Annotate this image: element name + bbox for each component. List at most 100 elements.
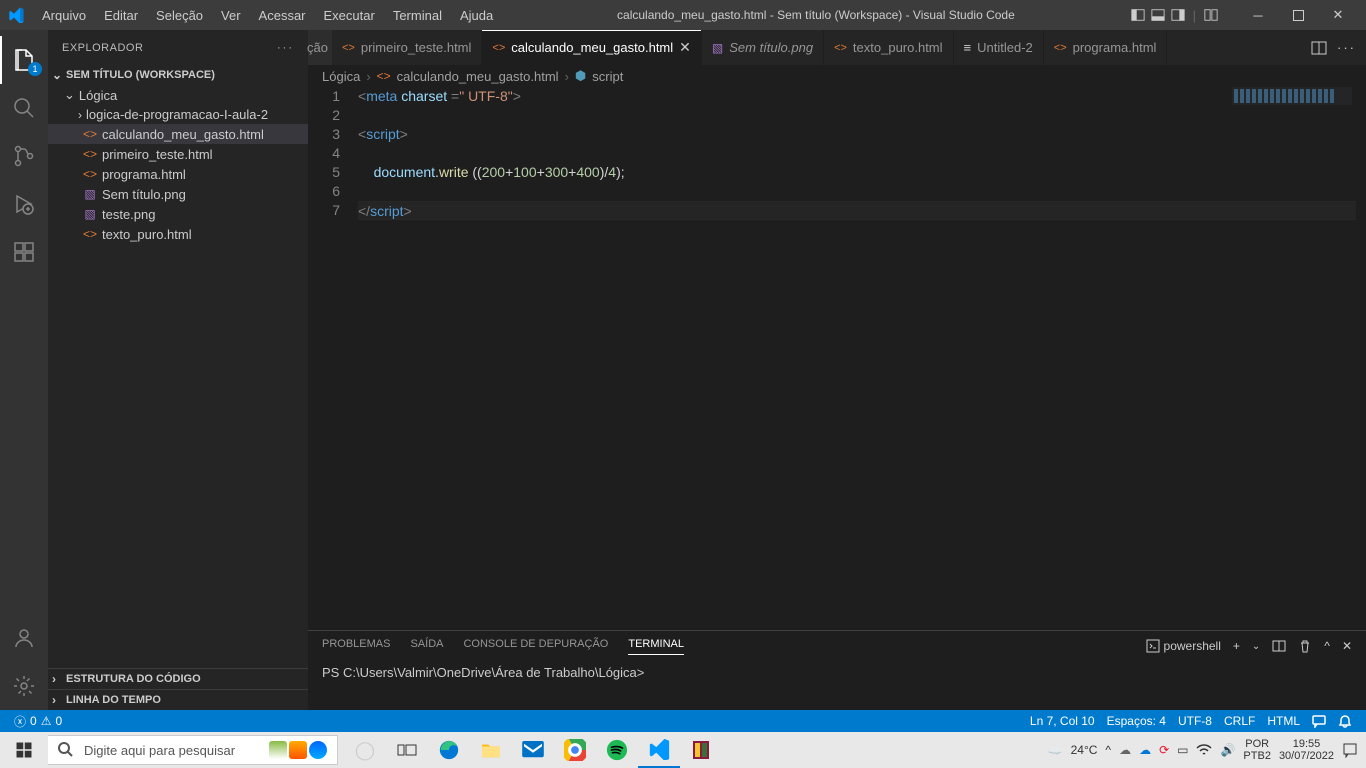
activity-source-control[interactable] [0,132,48,180]
task-view-icon[interactable] [386,732,428,768]
tray-chevron-icon[interactable]: ^ [1105,743,1111,757]
subfolder-item[interactable]: › logica-de-programacao-I-aula-2 [48,105,308,124]
more-actions-icon[interactable]: ··· [1337,40,1356,55]
vscode-taskbar-icon[interactable] [638,732,680,768]
folder-root[interactable]: ⌄ Lógica [48,85,308,105]
split-editor-icon[interactable] [1311,40,1327,56]
code-line[interactable] [358,144,1356,163]
menu-seleção[interactable]: Seleção [148,4,211,27]
title-layout-icons[interactable]: | [1131,8,1218,23]
panel-tab-terminal[interactable]: TERMINAL [628,638,684,655]
editor-tab[interactable]: <>calculando_meu_gasto.html✕ [482,30,701,65]
clock[interactable]: 19:55 30/07/2022 [1279,738,1334,762]
editor-tab[interactable]: <>primeiro_teste.html [332,30,482,65]
status-language[interactable]: HTML [1261,714,1306,728]
activity-settings[interactable] [0,662,48,710]
file-item[interactable]: <>primeiro_teste.html [48,144,308,164]
activity-search[interactable] [0,84,48,132]
code-line[interactable] [358,106,1356,125]
window-close[interactable]: ✕ [1318,0,1358,30]
terminal-dropdown-icon[interactable]: ⌄ [1252,641,1260,652]
notifications-icon[interactable] [1332,714,1358,728]
breadcrumb-item[interactable]: calculando_meu_gasto.html [397,69,559,84]
menu-editar[interactable]: Editar [96,4,146,27]
timeline-section[interactable]: › LINHA DO TEMPO [48,689,308,710]
panel-tab-problemas[interactable]: PROBLEMAS [322,638,390,655]
feedback-icon[interactable] [1306,714,1332,728]
editor-tab[interactable]: ≡Untitled-2 [954,30,1044,65]
edge-icon[interactable] [428,732,470,768]
window-maximize[interactable] [1278,0,1318,30]
editor-tab[interactable]: ▧Sem título.png [702,30,824,65]
menu-ver[interactable]: Ver [213,4,249,27]
window-minimize[interactable]: ─ [1238,0,1278,30]
meet-now-icon[interactable]: ▭ [1177,743,1188,757]
spotify-icon[interactable] [596,732,638,768]
split-terminal-icon[interactable] [1272,639,1286,653]
outline-section[interactable]: › ESTRUTURA DO CÓDIGO [48,668,308,689]
code-line[interactable]: <script> [358,125,1356,144]
menu-arquivo[interactable]: Arquivo [34,4,94,27]
file-label: calculando_meu_gasto.html [102,127,264,142]
onedrive-icon[interactable]: ☁ [1139,743,1151,757]
sidebar-more-icon[interactable]: ··· [277,42,294,54]
explorer-icon[interactable] [470,732,512,768]
delete-terminal-icon[interactable] [1298,639,1312,653]
code-line[interactable]: <meta charset =" UTF-8"> [358,87,1356,106]
close-panel-icon[interactable]: ✕ [1342,639,1352,653]
menu-acessar[interactable]: Acessar [251,4,314,27]
breadcrumb-item[interactable]: Lógica [322,69,360,84]
editor-tab[interactable]: <>texto_puro.html [824,30,953,65]
status-position[interactable]: Ln 7, Col 10 [1024,714,1101,728]
menu-ajuda[interactable]: Ajuda [452,4,501,27]
activity-run-debug[interactable] [0,180,48,228]
maximize-panel-icon[interactable]: ^ [1324,639,1330,653]
onedrive-icon[interactable]: ☁ [1119,743,1131,757]
add-terminal-icon[interactable]: + [1233,639,1240,653]
menu-executar[interactable]: Executar [316,4,383,27]
file-item[interactable]: ▧teste.png [48,204,308,224]
activity-explorer[interactable]: 1 [0,36,48,84]
breadcrumbs[interactable]: Lógica › <> calculando_meu_gasto.html › … [308,65,1366,87]
status-eol[interactable]: CRLF [1218,714,1261,728]
close-tab-icon[interactable]: ✕ [679,39,691,56]
menu-terminal[interactable]: Terminal [385,4,450,27]
code-line[interactable]: document.write ((200+100+300+400)/4); [358,163,1356,182]
line-number: 4 [308,144,340,163]
workspace-section[interactable]: ⌄ SEM TÍTULO (WORKSPACE) [48,65,308,85]
html-file-icon: <> [82,226,98,242]
status-encoding[interactable]: UTF-8 [1172,714,1218,728]
tab-partial[interactable]: ção [308,30,332,65]
panel-tab-saída[interactable]: SAÍDA [410,638,443,655]
activity-extensions[interactable] [0,228,48,276]
cortana-icon[interactable]: ◯ [344,732,386,768]
code-line[interactable] [358,182,1356,201]
action-center-icon[interactable] [1342,742,1358,758]
minimap[interactable] [1232,87,1352,207]
activity-account[interactable] [0,614,48,662]
weather-temp[interactable]: 24°C [1071,743,1098,757]
code-line[interactable]: </script> [358,201,1356,220]
terminal-content[interactable]: PS C:\Users\Valmir\OneDrive\Área de Trab… [308,661,1366,710]
file-item[interactable]: <>calculando_meu_gasto.html [48,124,308,144]
wifi-icon[interactable] [1196,744,1212,756]
file-item[interactable]: <>programa.html [48,164,308,184]
windows-update-icon[interactable]: ⟳ [1159,743,1169,757]
editor-tab[interactable]: <>programa.html [1044,30,1168,65]
breadcrumb-item[interactable]: script [592,69,623,84]
file-item[interactable]: <>texto_puro.html [48,224,308,244]
start-button[interactable] [0,732,48,768]
keyboard-lang[interactable]: POR PTB2 [1243,738,1271,762]
status-spaces[interactable]: Espaços: 4 [1101,714,1172,728]
weather-icon[interactable]: ☁️ [1048,743,1063,757]
file-item[interactable]: ▧Sem título.png [48,184,308,204]
terminal-shell-icon[interactable]: powershell [1146,639,1221,653]
panel-tab-console-de-depuração[interactable]: CONSOLE DE DEPURAÇÃO [463,638,608,655]
volume-icon[interactable]: 🔊 [1220,743,1235,757]
mail-icon[interactable] [512,732,554,768]
taskbar-search[interactable]: Digite aqui para pesquisar [48,735,338,765]
status-errors[interactable]: ⓧ0 ⚠0 [8,713,68,730]
code-editor[interactable]: 1234567 <meta charset =" UTF-8"><script>… [308,87,1366,630]
chrome-icon[interactable] [554,732,596,768]
winrar-icon[interactable] [680,732,722,768]
